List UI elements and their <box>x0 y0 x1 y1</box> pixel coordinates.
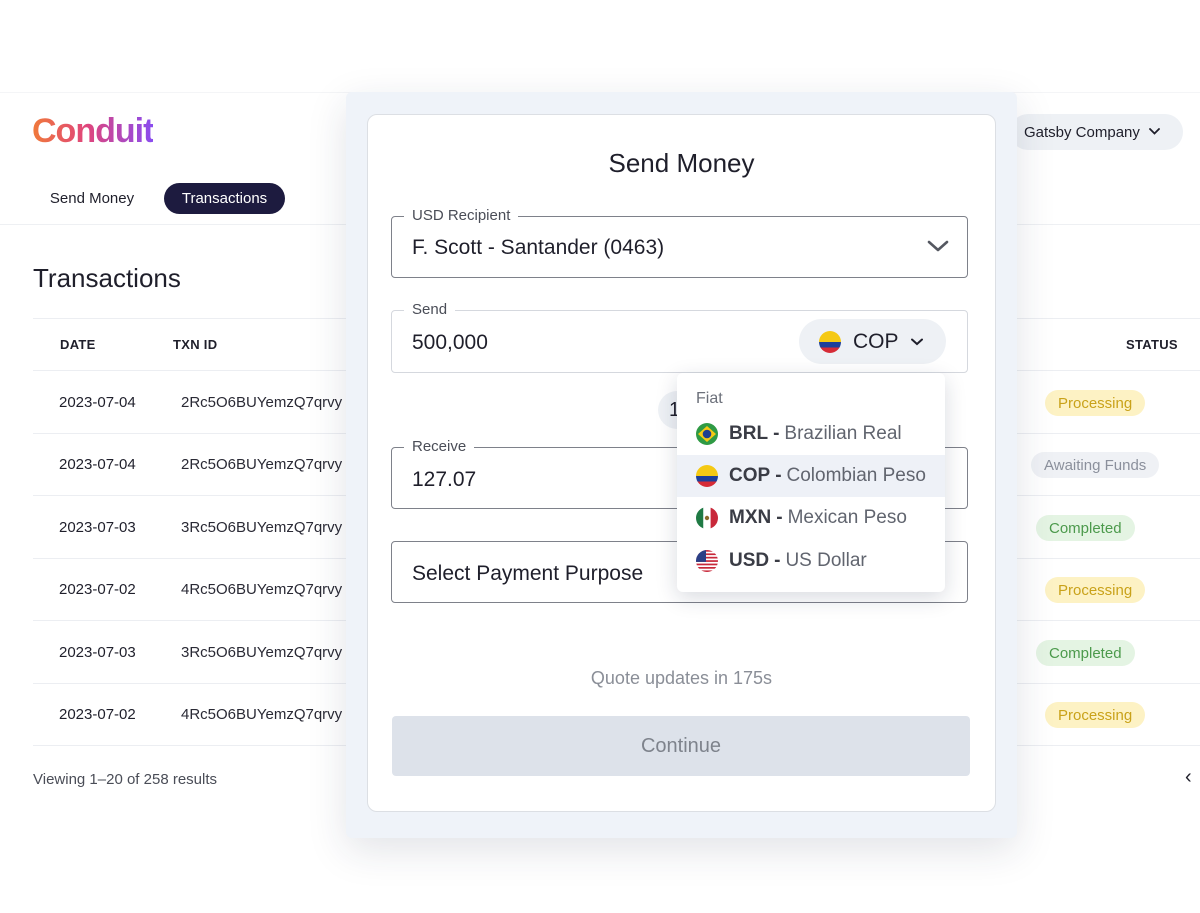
mexico-flag-icon <box>696 507 718 529</box>
option-code: MXN <box>729 507 772 528</box>
cell-txn-id: 3Rc5O6BUYemzQ7qrvy <box>181 644 343 661</box>
previous-page-button[interactable]: ‹ <box>1185 766 1192 789</box>
cell-txn-id: 3Rc5O6BUYemzQ7qrvy <box>181 519 343 536</box>
column-header-txn-id[interactable]: TXN ID <box>173 337 217 352</box>
option-name: Brazilian Real <box>784 423 902 444</box>
cell-date: 2023-07-02 <box>59 706 136 723</box>
recipient-select[interactable]: USD Recipient F. Scott - Santander (0463… <box>391 207 968 278</box>
dropdown-group-heading: Fiat <box>696 390 723 407</box>
option-separator: - <box>775 465 782 486</box>
cell-txn-id: 4Rc5O6BUYemzQ7qrvy <box>181 706 343 723</box>
cell-date: 2023-07-03 <box>59 644 136 661</box>
pagination-summary: Viewing 1–20 of 258 results <box>33 771 218 788</box>
logo-text: Conduit <box>32 112 154 150</box>
option-name: US Dollar <box>785 550 867 571</box>
payment-purpose-placeholder: Select Payment Purpose <box>412 562 644 585</box>
recipient-value: F. Scott - Santander (0463) <box>412 236 665 259</box>
usa-flag-icon <box>696 550 718 572</box>
brand-logo[interactable]: Conduit <box>32 112 154 151</box>
company-name: Gatsby Company <box>1024 123 1140 141</box>
cell-date: 2023-07-02 <box>59 581 136 598</box>
option-name: Colombian Peso <box>786 465 926 486</box>
currency-option-mxn[interactable]: MXN - Mexican Peso <box>677 497 945 539</box>
page-title: Transactions <box>33 263 181 293</box>
chevron-down-icon <box>927 235 949 262</box>
option-code: BRL <box>729 423 769 444</box>
receive-label: Receive <box>404 438 475 456</box>
colombia-flag-icon <box>819 330 841 353</box>
quote-timer: Quote updates in 175s <box>590 668 773 688</box>
receive-amount-value: 127.07 <box>412 468 477 491</box>
colombia-flag-icon <box>696 465 718 487</box>
chevron-down-icon <box>910 333 923 351</box>
option-code: COP <box>729 465 771 486</box>
status-badge: Completed <box>1036 640 1135 666</box>
status-badge: Processing <box>1045 390 1146 416</box>
column-header-status[interactable]: STATUS <box>1126 337 1178 352</box>
brazil-flag-icon <box>696 423 718 445</box>
cell-txn-id: 2Rc5O6BUYemzQ7qrvy <box>181 456 343 473</box>
currency-option-brl[interactable]: BRL - Brazilian Real <box>677 413 945 455</box>
option-separator: - <box>776 507 783 528</box>
status-badge: Completed <box>1036 515 1135 541</box>
option-code: USD <box>729 550 770 571</box>
cell-date: 2023-07-03 <box>59 519 136 536</box>
modal-title: Send Money <box>608 148 755 178</box>
option-separator: - <box>774 550 781 571</box>
chevron-down-icon <box>1148 126 1160 138</box>
currency-option-usd[interactable]: USD - US Dollar <box>677 540 945 582</box>
status-badge: Awaiting Funds <box>1031 452 1160 478</box>
option-name: Mexican Peso <box>787 507 907 528</box>
currency-code: COP <box>853 329 899 353</box>
status-badge: Processing <box>1045 702 1146 728</box>
currency-option-cop[interactable]: COP - Colombian Peso <box>677 455 945 497</box>
cell-txn-id: 4Rc5O6BUYemzQ7qrvy <box>181 581 343 598</box>
cell-date: 2023-07-04 <box>59 456 136 473</box>
send-label: Send <box>404 301 456 319</box>
tab-transactions[interactable]: Transactions <box>164 183 285 214</box>
option-separator: - <box>773 423 780 444</box>
tab-send-money[interactable]: Send Money <box>32 183 152 214</box>
company-switcher[interactable]: Gatsby Company <box>1010 114 1183 150</box>
send-amount-input[interactable]: 500,000 <box>412 331 488 355</box>
cell-date: 2023-07-04 <box>59 394 136 411</box>
column-header-date[interactable]: DATE <box>60 337 96 352</box>
status-badge: Processing <box>1045 577 1146 603</box>
currency-select[interactable]: COP <box>799 319 946 364</box>
tab-label: Send Money <box>49 190 135 207</box>
recipient-label: USD Recipient <box>404 207 519 225</box>
continue-button[interactable]: Continue <box>392 716 970 776</box>
tab-label: Transactions <box>181 190 268 207</box>
cell-txn-id: 2Rc5O6BUYemzQ7qrvy <box>181 394 343 411</box>
currency-dropdown-menu: Fiat BRL - Brazilian Real COP - Colombia… <box>677 373 945 592</box>
